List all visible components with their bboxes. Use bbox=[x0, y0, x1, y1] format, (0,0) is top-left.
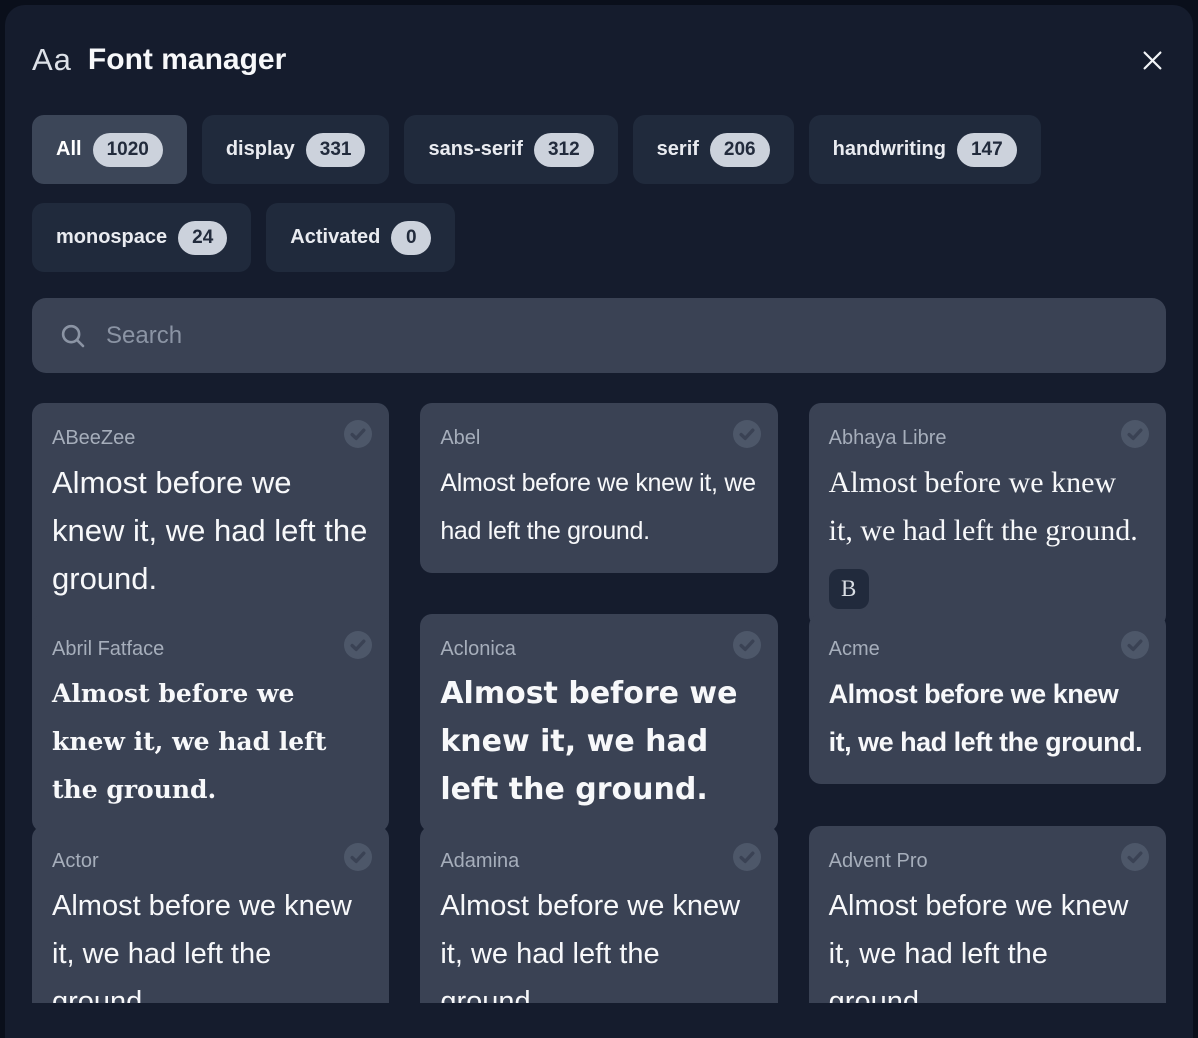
font-sample-text: Almost before we knew it, we had left th… bbox=[52, 670, 369, 814]
filter-chip-count: 24 bbox=[178, 221, 227, 255]
filter-chip-display[interactable]: display 331 bbox=[202, 115, 390, 184]
font-card-actor[interactable]: Actor Almost before we knew it, we had l… bbox=[32, 826, 389, 1003]
check-circle-icon bbox=[1120, 419, 1150, 449]
check-circle-icon bbox=[1120, 630, 1150, 660]
font-name: Acme bbox=[829, 636, 1146, 662]
check-circle-icon bbox=[732, 630, 762, 660]
style-badges: B bbox=[829, 569, 1146, 609]
check-circle-icon bbox=[343, 419, 373, 449]
font-manager-dialog: Aa Font manager All 1020 display 331 san… bbox=[5, 5, 1193, 1038]
font-card-adamina[interactable]: Adamina Almost before we knew it, we had… bbox=[420, 826, 777, 1003]
font-name: ABeeZee bbox=[52, 425, 369, 451]
font-grid: ABeeZee Almost before we knew it, we had… bbox=[32, 403, 1166, 1003]
close-button[interactable] bbox=[1134, 42, 1170, 78]
search-icon bbox=[58, 321, 88, 351]
font-sample-text: Almost before we knew it, we had left th… bbox=[440, 882, 757, 1003]
check-circle-icon bbox=[343, 842, 373, 872]
filter-chip-count: 147 bbox=[957, 133, 1017, 167]
activate-check-button[interactable] bbox=[1120, 630, 1150, 660]
font-sample-text: Almost before we knew it, we had left th… bbox=[52, 459, 369, 603]
dialog-title: Font manager bbox=[88, 43, 1134, 77]
filter-chip-activated[interactable]: Activated 0 bbox=[266, 203, 455, 272]
check-circle-icon bbox=[1120, 842, 1150, 872]
filter-chip-serif[interactable]: serif 206 bbox=[633, 115, 794, 184]
font-card-abhaya-libre[interactable]: Abhaya Libre Almost before we knew it, w… bbox=[809, 403, 1166, 627]
filter-chip-count: 331 bbox=[306, 133, 366, 167]
filter-chip-label: All bbox=[56, 138, 82, 161]
font-sample-text: Almost before we knew it, we had left th… bbox=[829, 459, 1146, 555]
filter-chip-label: serif bbox=[657, 138, 699, 161]
search-input[interactable] bbox=[106, 322, 1140, 350]
filter-chip-label: sans-serif bbox=[428, 138, 523, 161]
font-card-advent-pro[interactable]: Advent Pro Almost before we knew it, we … bbox=[809, 826, 1166, 1003]
activate-check-button[interactable] bbox=[732, 630, 762, 660]
filter-chip-label: display bbox=[226, 138, 295, 161]
filter-chip-count: 206 bbox=[710, 133, 770, 167]
filter-chip-all[interactable]: All 1020 bbox=[32, 115, 187, 184]
activate-check-button[interactable] bbox=[343, 419, 373, 449]
dialog-header: Aa Font manager bbox=[32, 5, 1166, 83]
search-bar bbox=[32, 298, 1166, 373]
font-name: Abhaya Libre bbox=[829, 425, 1146, 451]
filter-chip-label: Activated bbox=[290, 226, 380, 249]
filter-chip-count: 1020 bbox=[93, 133, 163, 167]
font-name: Advent Pro bbox=[829, 848, 1146, 874]
font-sample-text: Almost before we knew it, we had left th… bbox=[829, 670, 1146, 766]
filter-chip-label: monospace bbox=[56, 226, 167, 249]
activate-check-button[interactable] bbox=[732, 842, 762, 872]
filter-chips: All 1020 display 331 sans-serif 312 seri… bbox=[32, 115, 1166, 272]
font-name: Adamina bbox=[440, 848, 757, 874]
check-circle-icon bbox=[732, 842, 762, 872]
close-icon bbox=[1139, 47, 1166, 74]
filter-chip-sans-serif[interactable]: sans-serif 312 bbox=[404, 115, 617, 184]
font-card-abel[interactable]: Abel Almost before we knew it, we had le… bbox=[420, 403, 777, 573]
filter-chip-count: 0 bbox=[391, 221, 431, 255]
activate-check-button[interactable] bbox=[343, 842, 373, 872]
font-sample-text: Almost before we knew it, we had left th… bbox=[440, 459, 757, 555]
font-card-aclonica[interactable]: Aclonica Almost before we knew it, we ha… bbox=[420, 614, 777, 832]
font-sample-text: Almost before we knew it, we had left th… bbox=[52, 882, 369, 1003]
bold-badge: B bbox=[829, 569, 869, 609]
filter-chip-count: 312 bbox=[534, 133, 594, 167]
activate-check-button[interactable] bbox=[343, 630, 373, 660]
font-name: Abril Fatface bbox=[52, 636, 369, 662]
font-card-acme[interactable]: Acme Almost before we knew it, we had le… bbox=[809, 614, 1166, 784]
font-name: Actor bbox=[52, 848, 369, 874]
font-name: Aclonica bbox=[440, 636, 757, 662]
activate-check-button[interactable] bbox=[1120, 842, 1150, 872]
font-card-abril-fatface[interactable]: Abril Fatface Almost before we knew it, … bbox=[32, 614, 389, 832]
check-circle-icon bbox=[343, 630, 373, 660]
check-circle-icon bbox=[732, 419, 762, 449]
font-name: Abel bbox=[440, 425, 757, 451]
activate-check-button[interactable] bbox=[732, 419, 762, 449]
filter-chip-monospace[interactable]: monospace 24 bbox=[32, 203, 251, 272]
font-sample-text: Almost before we knew it, we had left th… bbox=[829, 882, 1146, 1003]
font-sample-text: Almost before we knew it, we had left th… bbox=[440, 670, 757, 814]
activate-check-button[interactable] bbox=[1120, 419, 1150, 449]
filter-chip-handwriting[interactable]: handwriting 147 bbox=[809, 115, 1041, 184]
filter-chip-label: handwriting bbox=[833, 138, 946, 161]
font-manager-icon: Aa bbox=[32, 42, 72, 78]
